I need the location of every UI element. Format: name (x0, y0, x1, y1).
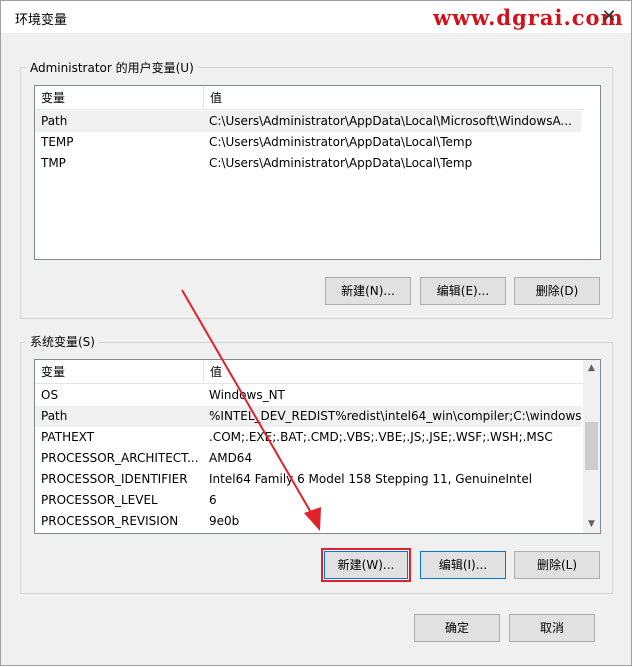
scroll-up-icon[interactable]: ▲ (583, 360, 600, 377)
variable-value: AMD64 (209, 451, 253, 465)
system-variable-row[interactable]: PROCESSOR_IDENTIFIER Intel64 Family 6 Mo… (35, 469, 581, 490)
variable-name: Path (41, 409, 68, 423)
user-variables-legend: Administrator 的用户变量(U) (26, 59, 198, 76)
variable-name: PATHEXT (41, 430, 95, 444)
column-header-variable[interactable]: 变量 (35, 86, 204, 110)
variable-value: C:\Users\Administrator\AppData\Local\Tem… (209, 156, 473, 170)
user-variable-row-temp[interactable]: TEMP C:\Users\Administrator\AppData\Loca… (35, 132, 581, 153)
scroll-thumb[interactable] (585, 422, 598, 470)
ok-button[interactable]: 确定 (414, 614, 500, 642)
user-variables-list[interactable]: 变量 值 Path C:\Users\Administrator\AppData… (34, 85, 601, 260)
variable-name: Path (41, 114, 68, 128)
variable-name: PROCESSOR_ARCHITECT... (41, 451, 199, 465)
system-variable-row[interactable]: PROCESSOR_REVISION 9e0b (35, 511, 581, 532)
system-variable-row[interactable]: OS Windows_NT (35, 385, 581, 406)
variable-value: 9e0b (209, 514, 240, 528)
title-bar: 环境变量 www.dgrai.com ✕ (1, 1, 631, 33)
cancel-button[interactable]: 取消 (509, 614, 595, 642)
scroll-down-icon[interactable]: ▼ (583, 516, 600, 533)
system-new-button[interactable]: 新建(W)... (321, 548, 411, 582)
variable-value: Intel64 Family 6 Model 158 Stepping 11, … (209, 472, 533, 486)
variable-name: PROCESSOR_LEVEL (41, 493, 158, 507)
column-header-value[interactable]: 值 (204, 86, 584, 110)
environment-variables-dialog: 环境变量 www.dgrai.com ✕ Administrator 的用户变量… (0, 0, 632, 666)
system-variable-row[interactable]: PROCESSOR_LEVEL 6 (35, 490, 581, 511)
column-header-value[interactable]: 值 (204, 360, 584, 384)
variable-name: PROCESSOR_REVISION (41, 514, 179, 528)
column-header-variable[interactable]: 变量 (35, 360, 204, 384)
system-edit-button[interactable]: 编辑(I)... (420, 551, 506, 579)
system-variables-legend: 系统变量(S) (26, 333, 99, 350)
variable-name: TEMP (41, 135, 74, 149)
variable-value: .COM;.EXE;.BAT;.CMD;.VBS;.VBE;.JS;.JSE;.… (209, 430, 553, 444)
close-icon[interactable]: ✕ (599, 7, 619, 27)
vertical-scrollbar[interactable]: ▲ ▼ (583, 360, 600, 533)
list-header: 变量 值 (35, 360, 584, 384)
user-variable-row-tmp[interactable]: TMP C:\Users\Administrator\AppData\Local… (35, 153, 581, 174)
system-variable-row[interactable]: PATHEXT .COM;.EXE;.BAT;.CMD;.VBS;.VBE;.J… (35, 427, 581, 448)
variable-value: Windows_NT (209, 388, 285, 402)
watermark-text: www.dgrai.com (433, 5, 624, 30)
window-title: 环境变量 (15, 13, 68, 28)
variable-value: C:\Users\Administrator\AppData\Local\Tem… (209, 135, 473, 149)
variable-name: TMP (41, 156, 66, 170)
user-new-button[interactable]: 新建(N)... (325, 277, 411, 305)
user-delete-button[interactable]: 删除(D) (514, 277, 600, 305)
user-variable-row-path[interactable]: Path C:\Users\Administrator\AppData\Loca… (35, 111, 581, 132)
system-variable-row[interactable]: Path %INTEL_DEV_REDIST%redist\intel64_wi… (35, 406, 581, 427)
variable-name: OS (41, 388, 59, 402)
system-delete-button[interactable]: 删除(L) (514, 551, 600, 579)
variable-value: %INTEL_DEV_REDIST%redist\intel64_win\com… (209, 409, 581, 423)
variable-name: PROCESSOR_IDENTIFIER (41, 472, 188, 486)
variable-value: 6 (209, 493, 217, 507)
user-edit-button[interactable]: 编辑(E)... (420, 277, 506, 305)
list-header: 变量 值 (35, 86, 584, 110)
system-variable-row[interactable]: PROCESSOR_ARCHITECT... AMD64 (35, 448, 581, 469)
system-variables-list[interactable]: 变量 值 OS Windows_NT Path %INTEL_DEV_REDIS… (34, 359, 601, 534)
variable-value: C:\Users\Administrator\AppData\Local\Mic… (209, 114, 572, 128)
